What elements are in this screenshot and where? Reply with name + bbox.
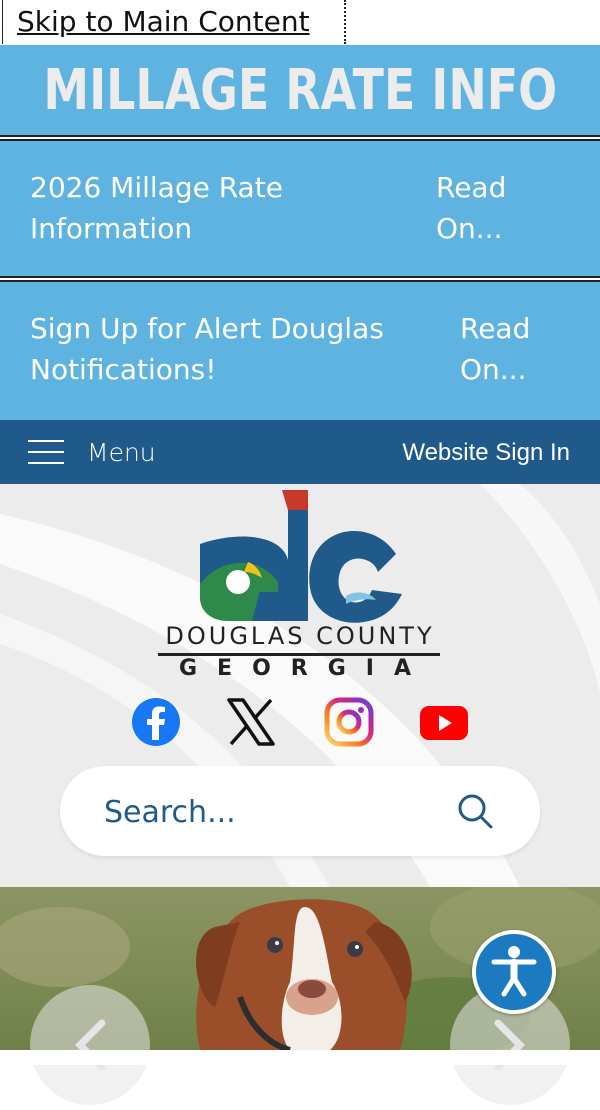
search-box[interactable] [60,766,540,856]
previous-slide-button[interactable] [30,985,150,1105]
read-on-link[interactable]: Read On... [436,167,556,249]
alert-item-millage[interactable]: 2026 Millage Rate Information Read On... [0,139,600,278]
website-sign-in-link[interactable]: Website Sign In [402,439,570,467]
accessibility-icon [491,946,537,997]
search-input[interactable] [102,788,436,836]
search-icon[interactable] [456,792,494,830]
millage-banner: MILLAGE RATE INFO [0,45,600,137]
facebook-icon[interactable] [130,696,182,748]
menu-icon[interactable] [28,440,64,464]
menu-button[interactable]: Menu [87,438,156,467]
read-on-link[interactable]: Read On... [460,308,580,390]
accessibility-button[interactable] [472,930,556,1014]
youtube-icon[interactable] [418,696,470,748]
top-navigation-bar: Menu Website Sign In [0,420,600,484]
alert-item-notifications[interactable]: Sign Up for Alert Douglas Notifications!… [0,280,600,420]
douglas-county-logo[interactable] [150,486,450,681]
skip-link-bar: Skip to Main Content [0,0,600,45]
x-icon[interactable] [225,696,277,748]
banner-title: MILLAGE RATE INFO [43,57,557,123]
skip-to-main-content-link[interactable]: Skip to Main Content [2,0,346,44]
instagram-icon[interactable] [323,696,375,748]
alert-title[interactable]: Sign Up for Alert Douglas Notifications! [30,308,410,390]
chevron-left-icon [75,1019,106,1071]
site-header: DOUGLAS COUNTY GEORGIA [0,484,600,887]
county-name-line2: GEORGIA [179,656,431,681]
county-name-line1: DOUGLAS COUNTY [165,622,435,650]
alert-title[interactable]: 2026 Millage Rate Information [30,167,410,249]
bottom-strip [0,1050,600,1065]
